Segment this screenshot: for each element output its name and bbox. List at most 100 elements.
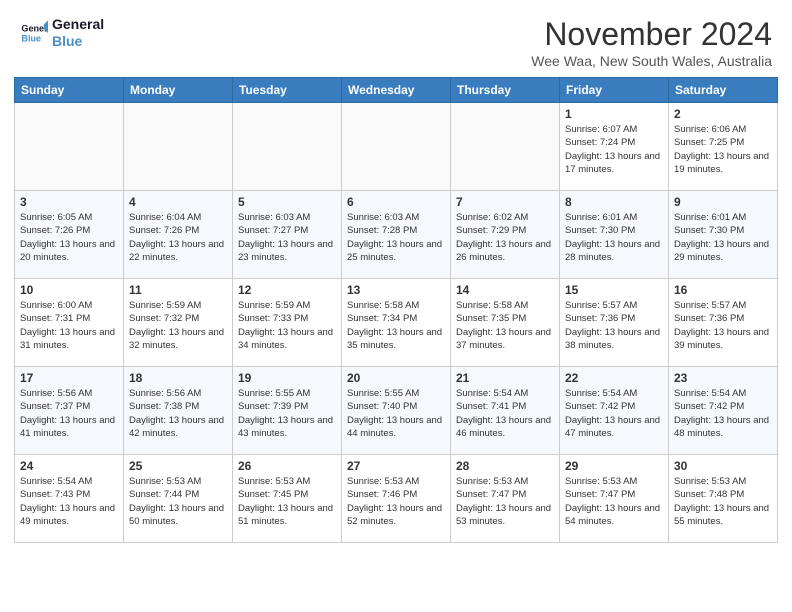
day-number: 27 — [347, 459, 445, 473]
calendar-cell: 11 Sunrise: 5:59 AM Sunset: 7:32 PM Dayli… — [124, 279, 233, 367]
day-number: 3 — [20, 195, 118, 209]
day-number: 1 — [565, 107, 663, 121]
calendar-cell: 2 Sunrise: 6:06 AM Sunset: 7:25 PM Daylig… — [669, 103, 778, 191]
calendar-cell: 20 Sunrise: 5:55 AM Sunset: 7:40 PM Dayli… — [342, 367, 451, 455]
day-number: 29 — [565, 459, 663, 473]
calendar-cell: 30 Sunrise: 5:53 AM Sunset: 7:48 PM Dayli… — [669, 455, 778, 543]
day-info: Sunrise: 6:02 AM Sunset: 7:29 PM Dayligh… — [456, 211, 554, 264]
day-info: Sunrise: 5:57 AM Sunset: 7:36 PM Dayligh… — [674, 299, 772, 352]
page-title: November 2024 — [531, 16, 772, 53]
calendar-week-5: 24 Sunrise: 5:54 AM Sunset: 7:43 PM Dayli… — [15, 455, 778, 543]
day-info: Sunrise: 6:03 AM Sunset: 7:28 PM Dayligh… — [347, 211, 445, 264]
day-number: 19 — [238, 371, 336, 385]
calendar-cell: 10 Sunrise: 6:00 AM Sunset: 7:31 PM Dayli… — [15, 279, 124, 367]
calendar-week-4: 17 Sunrise: 5:56 AM Sunset: 7:37 PM Dayli… — [15, 367, 778, 455]
calendar-table: SundayMondayTuesdayWednesdayThursdayFrid… — [14, 77, 778, 543]
calendar-cell: 9 Sunrise: 6:01 AM Sunset: 7:30 PM Daylig… — [669, 191, 778, 279]
weekday-header-saturday: Saturday — [669, 78, 778, 103]
day-number: 11 — [129, 283, 227, 297]
day-info: Sunrise: 5:53 AM Sunset: 7:47 PM Dayligh… — [456, 475, 554, 528]
day-info: Sunrise: 5:59 AM Sunset: 7:33 PM Dayligh… — [238, 299, 336, 352]
calendar-cell: 7 Sunrise: 6:02 AM Sunset: 7:29 PM Daylig… — [451, 191, 560, 279]
day-number: 13 — [347, 283, 445, 297]
day-number: 10 — [20, 283, 118, 297]
day-info: Sunrise: 5:54 AM Sunset: 7:42 PM Dayligh… — [565, 387, 663, 440]
day-info: Sunrise: 5:54 AM Sunset: 7:42 PM Dayligh… — [674, 387, 772, 440]
calendar-cell: 16 Sunrise: 5:57 AM Sunset: 7:36 PM Dayli… — [669, 279, 778, 367]
svg-text:Blue: Blue — [21, 33, 41, 43]
weekday-header-friday: Friday — [560, 78, 669, 103]
day-info: Sunrise: 5:58 AM Sunset: 7:34 PM Dayligh… — [347, 299, 445, 352]
calendar-cell: 19 Sunrise: 5:55 AM Sunset: 7:39 PM Dayli… — [233, 367, 342, 455]
calendar-cell — [342, 103, 451, 191]
day-number: 14 — [456, 283, 554, 297]
calendar-cell: 8 Sunrise: 6:01 AM Sunset: 7:30 PM Daylig… — [560, 191, 669, 279]
calendar-cell: 21 Sunrise: 5:54 AM Sunset: 7:41 PM Dayli… — [451, 367, 560, 455]
day-info: Sunrise: 5:58 AM Sunset: 7:35 PM Dayligh… — [456, 299, 554, 352]
day-number: 9 — [674, 195, 772, 209]
day-info: Sunrise: 5:53 AM Sunset: 7:48 PM Dayligh… — [674, 475, 772, 528]
calendar-cell: 24 Sunrise: 5:54 AM Sunset: 7:43 PM Dayli… — [15, 455, 124, 543]
calendar-cell: 15 Sunrise: 5:57 AM Sunset: 7:36 PM Dayli… — [560, 279, 669, 367]
calendar-cell: 14 Sunrise: 5:58 AM Sunset: 7:35 PM Dayli… — [451, 279, 560, 367]
day-info: Sunrise: 5:53 AM Sunset: 7:44 PM Dayligh… — [129, 475, 227, 528]
weekday-header-sunday: Sunday — [15, 78, 124, 103]
calendar-header-row: SundayMondayTuesdayWednesdayThursdayFrid… — [15, 78, 778, 103]
calendar-cell: 18 Sunrise: 5:56 AM Sunset: 7:38 PM Dayli… — [124, 367, 233, 455]
day-number: 24 — [20, 459, 118, 473]
day-number: 8 — [565, 195, 663, 209]
day-info: Sunrise: 5:53 AM Sunset: 7:45 PM Dayligh… — [238, 475, 336, 528]
day-info: Sunrise: 5:55 AM Sunset: 7:40 PM Dayligh… — [347, 387, 445, 440]
day-number: 25 — [129, 459, 227, 473]
day-info: Sunrise: 6:04 AM Sunset: 7:26 PM Dayligh… — [129, 211, 227, 264]
day-number: 20 — [347, 371, 445, 385]
calendar-cell: 27 Sunrise: 5:53 AM Sunset: 7:46 PM Dayli… — [342, 455, 451, 543]
day-info: Sunrise: 5:57 AM Sunset: 7:36 PM Dayligh… — [565, 299, 663, 352]
calendar-cell: 28 Sunrise: 5:53 AM Sunset: 7:47 PM Dayli… — [451, 455, 560, 543]
day-info: Sunrise: 5:54 AM Sunset: 7:43 PM Dayligh… — [20, 475, 118, 528]
day-info: Sunrise: 5:55 AM Sunset: 7:39 PM Dayligh… — [238, 387, 336, 440]
calendar-week-3: 10 Sunrise: 6:00 AM Sunset: 7:31 PM Dayli… — [15, 279, 778, 367]
day-info: Sunrise: 6:07 AM Sunset: 7:24 PM Dayligh… — [565, 123, 663, 176]
day-info: Sunrise: 6:01 AM Sunset: 7:30 PM Dayligh… — [674, 211, 772, 264]
calendar-cell: 13 Sunrise: 5:58 AM Sunset: 7:34 PM Dayli… — [342, 279, 451, 367]
weekday-header-thursday: Thursday — [451, 78, 560, 103]
day-number: 28 — [456, 459, 554, 473]
day-info: Sunrise: 6:01 AM Sunset: 7:30 PM Dayligh… — [565, 211, 663, 264]
day-number: 18 — [129, 371, 227, 385]
calendar-cell: 4 Sunrise: 6:04 AM Sunset: 7:26 PM Daylig… — [124, 191, 233, 279]
calendar-cell: 1 Sunrise: 6:07 AM Sunset: 7:24 PM Daylig… — [560, 103, 669, 191]
calendar-cell: 17 Sunrise: 5:56 AM Sunset: 7:37 PM Dayli… — [15, 367, 124, 455]
day-number: 7 — [456, 195, 554, 209]
calendar-cell: 26Sunrise: 5:53 AM Sunset: 7:45 PM Dayli… — [233, 455, 342, 543]
day-info: Sunrise: 5:56 AM Sunset: 7:37 PM Dayligh… — [20, 387, 118, 440]
day-info: Sunrise: 5:53 AM Sunset: 7:47 PM Dayligh… — [565, 475, 663, 528]
page-header: General Blue General Blue November 2024 … — [0, 0, 792, 77]
calendar-cell: 12 Sunrise: 5:59 AM Sunset: 7:33 PM Dayli… — [233, 279, 342, 367]
calendar-cell — [15, 103, 124, 191]
page-subtitle: Wee Waa, New South Wales, Australia — [531, 53, 772, 69]
day-number: 6 — [347, 195, 445, 209]
day-info: Sunrise: 5:59 AM Sunset: 7:32 PM Dayligh… — [129, 299, 227, 352]
day-number: 12 — [238, 283, 336, 297]
calendar-cell — [451, 103, 560, 191]
day-number: 16 — [674, 283, 772, 297]
calendar-cell: 6 Sunrise: 6:03 AM Sunset: 7:28 PM Daylig… — [342, 191, 451, 279]
day-info: Sunrise: 6:03 AM Sunset: 7:27 PM Dayligh… — [238, 211, 336, 264]
day-number: 4 — [129, 195, 227, 209]
day-number: 30 — [674, 459, 772, 473]
day-info: Sunrise: 6:00 AM Sunset: 7:31 PM Dayligh… — [20, 299, 118, 352]
day-number: 2 — [674, 107, 772, 121]
day-info: Sunrise: 5:53 AM Sunset: 7:46 PM Dayligh… — [347, 475, 445, 528]
day-number: 15 — [565, 283, 663, 297]
calendar-cell: 23Sunrise: 5:54 AM Sunset: 7:42 PM Dayli… — [669, 367, 778, 455]
calendar-cell — [124, 103, 233, 191]
day-info: Sunrise: 5:56 AM Sunset: 7:38 PM Dayligh… — [129, 387, 227, 440]
day-info: Sunrise: 5:54 AM Sunset: 7:41 PM Dayligh… — [456, 387, 554, 440]
calendar-cell: 25 Sunrise: 5:53 AM Sunset: 7:44 PM Dayli… — [124, 455, 233, 543]
calendar-week-1: 1 Sunrise: 6:07 AM Sunset: 7:24 PM Daylig… — [15, 103, 778, 191]
day-number: 21 — [456, 371, 554, 385]
day-info: Sunrise: 6:06 AM Sunset: 7:25 PM Dayligh… — [674, 123, 772, 176]
day-number: 22 — [565, 371, 663, 385]
day-number: 17 — [20, 371, 118, 385]
